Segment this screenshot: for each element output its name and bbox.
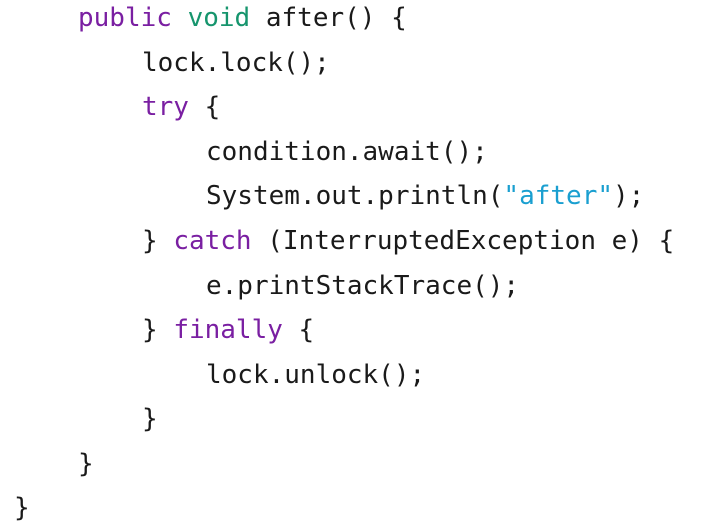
- code-line-4: condition.await();: [0, 130, 488, 174]
- catch-clause: (InterruptedException e) {: [251, 226, 675, 256]
- brace-close: }: [142, 315, 174, 345]
- type-void: void: [187, 3, 251, 33]
- code-line-6: } catch (InterruptedException e) {: [0, 219, 674, 263]
- statement-print-stack-trace: e.printStackTrace();: [206, 271, 520, 301]
- code-line-1: public void after() {: [0, 0, 407, 40]
- code-line-3: try {: [0, 85, 220, 129]
- brace-open: {: [282, 315, 315, 345]
- statement-lock: lock.lock();: [142, 48, 330, 78]
- statement-await: condition.await();: [206, 137, 488, 167]
- keyword-catch: catch: [173, 226, 252, 256]
- brace-close: }: [142, 404, 158, 434]
- code-line-11: }: [0, 442, 94, 486]
- code-line-7: e.printStackTrace();: [0, 264, 519, 308]
- code-line-8: } finally {: [0, 308, 314, 352]
- code-line-2: lock.lock();: [0, 41, 330, 85]
- statement-unlock: lock.unlock();: [206, 360, 426, 390]
- brace-close: }: [14, 493, 30, 523]
- code-line-5: System.out.println("after");: [0, 174, 644, 218]
- println-close: );: [613, 181, 645, 211]
- brace-close: }: [142, 226, 174, 256]
- println-call: System.out.println(: [206, 181, 504, 211]
- code-line-10: }: [0, 397, 158, 441]
- keyword-public: public: [78, 3, 172, 33]
- keyword-finally: finally: [173, 315, 283, 345]
- keyword-try: try: [142, 92, 189, 122]
- code-editor: public void after() { lock.lock(); try {…: [0, 0, 702, 525]
- code-line-12: }: [0, 486, 30, 525]
- code-line-9: lock.unlock();: [0, 353, 425, 397]
- brace-open: {: [188, 92, 221, 122]
- method-signature: after() {: [250, 3, 407, 33]
- brace-close: }: [78, 449, 94, 479]
- string-literal: "after": [503, 181, 613, 211]
